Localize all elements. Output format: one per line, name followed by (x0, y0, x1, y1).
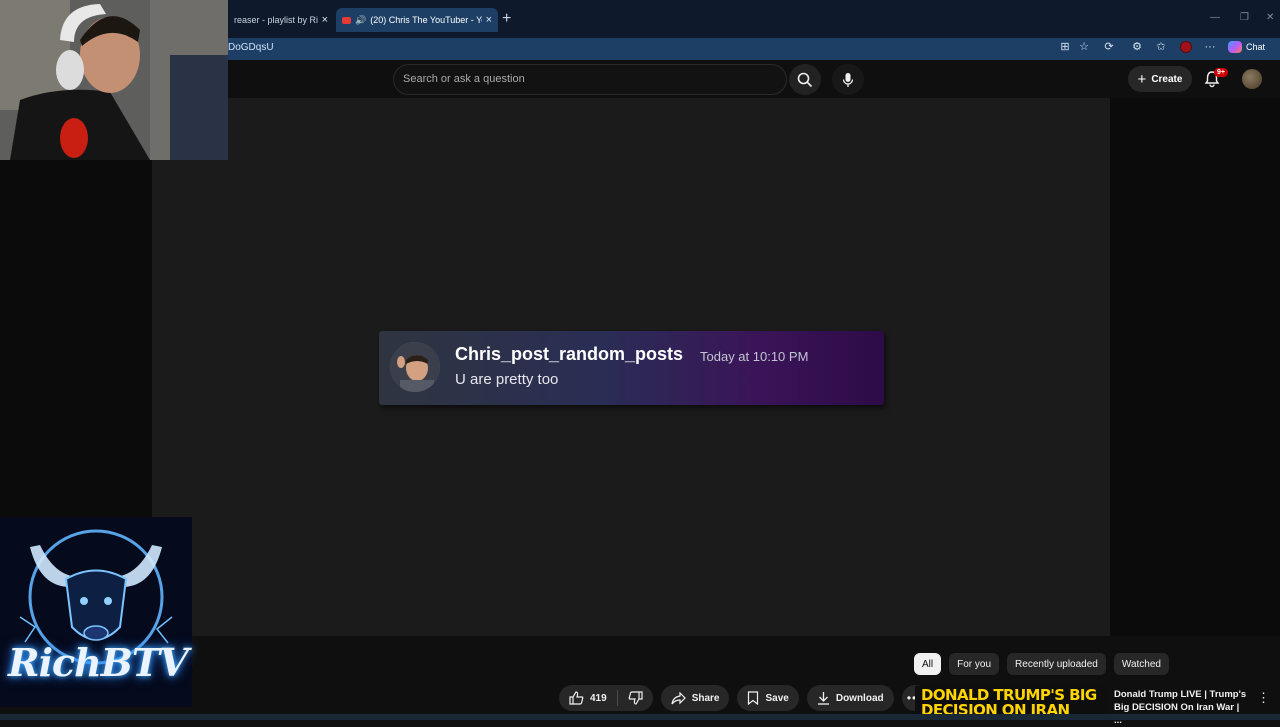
sender-avatar (390, 342, 440, 392)
favorite-star-icon[interactable]: ☆ (1077, 40, 1091, 54)
download-label: Download (835, 692, 884, 704)
like-button[interactable]: 419 (559, 685, 617, 711)
avatar-photo (390, 342, 440, 392)
search-icon (797, 72, 813, 87)
account-avatar[interactable] (1242, 69, 1262, 89)
profile-extension-icon[interactable] (1180, 41, 1192, 53)
plus-icon: + (1137, 70, 1147, 88)
microphone-icon (842, 72, 854, 87)
tab-playlist[interactable]: reaser - playlist by Rich × (228, 8, 334, 32)
search-button[interactable] (789, 64, 821, 95)
url-text[interactable]: DoGDqsU (228, 42, 274, 53)
close-tab-icon[interactable]: × (486, 14, 492, 26)
notification-count-badge: 9+ (1214, 68, 1228, 77)
sender-username: Chris_post_random_posts (455, 344, 684, 364)
video-options-icon[interactable]: ⋮ (1257, 690, 1270, 706)
thumbs-up-icon (569, 691, 584, 705)
create-button[interactable]: + Create (1128, 66, 1192, 92)
extensions-icon[interactable]: ⚙ (1130, 40, 1144, 54)
download-button[interactable]: Download (806, 685, 894, 711)
chip-for-you[interactable]: For you (949, 653, 1000, 675)
channel-logo-text: RichBTV (8, 640, 189, 685)
create-label: Create (1151, 73, 1183, 85)
app-available-icon[interactable]: ⊞ (1058, 40, 1072, 54)
tab-youtube-active[interactable]: 🔊 (20) Chris The YouTuber - You × (336, 8, 498, 32)
restore-icon[interactable]: ❐ (1240, 12, 1249, 23)
more-menu-icon[interactable]: ··· (1203, 40, 1217, 54)
like-dislike-group: 419 (559, 685, 653, 711)
like-count: 419 (590, 692, 607, 704)
bookmark-icon (748, 691, 759, 705)
close-tab-icon[interactable]: × (322, 14, 328, 26)
audio-playing-icon[interactable]: 🔊 (355, 15, 366, 26)
dislike-button[interactable] (618, 685, 653, 711)
close-window-icon[interactable]: ✕ (1266, 12, 1274, 23)
refresh-extension-icon[interactable]: ⟳ (1102, 40, 1116, 54)
chip-recently-uploaded[interactable]: Recently uploaded (1007, 653, 1106, 675)
save-label: Save (765, 692, 789, 704)
chat-label: Chat (1246, 42, 1266, 52)
taskbar-edge (0, 714, 1280, 720)
share-label: Share (691, 692, 720, 704)
message-notification (379, 331, 884, 405)
save-button[interactable]: Save (737, 685, 799, 711)
chip-all[interactable]: All (914, 653, 942, 675)
share-icon (671, 691, 686, 704)
share-button[interactable]: Share (660, 685, 730, 711)
right-dark-region (1110, 98, 1280, 636)
search-placeholder: Search or ask a question (403, 73, 525, 85)
recommended-video-title[interactable]: Donald Trump LIVE | Trump's Big DECISION… (1114, 688, 1249, 727)
copilot-icon (1228, 41, 1242, 53)
tab-title: (20) Chris The YouTuber - You (370, 15, 482, 25)
tab-title: reaser - playlist by Rich (234, 15, 318, 25)
recommendation-filter-chips: All For you Recently uploaded Watched (914, 653, 1169, 675)
new-tab-button[interactable]: + (502, 10, 511, 28)
minimize-icon[interactable]: — (1210, 12, 1220, 23)
webcam-overlay (0, 0, 228, 160)
streamer-webcam-image (0, 0, 228, 160)
favorites-icon[interactable]: ✩ (1154, 40, 1168, 54)
video-action-bar: 419 Share Save Download ••• (559, 685, 928, 711)
download-icon (817, 692, 829, 705)
chip-watched[interactable]: Watched (1113, 653, 1169, 675)
voice-search-button[interactable] (832, 64, 864, 95)
thumbs-down-icon (628, 691, 643, 705)
message-timestamp: Today at 10:10 PM (700, 349, 809, 364)
youtube-favicon-icon (342, 16, 351, 24)
copilot-chat-button[interactable]: Chat (1228, 40, 1265, 54)
message-text: U are pretty too (455, 371, 559, 388)
